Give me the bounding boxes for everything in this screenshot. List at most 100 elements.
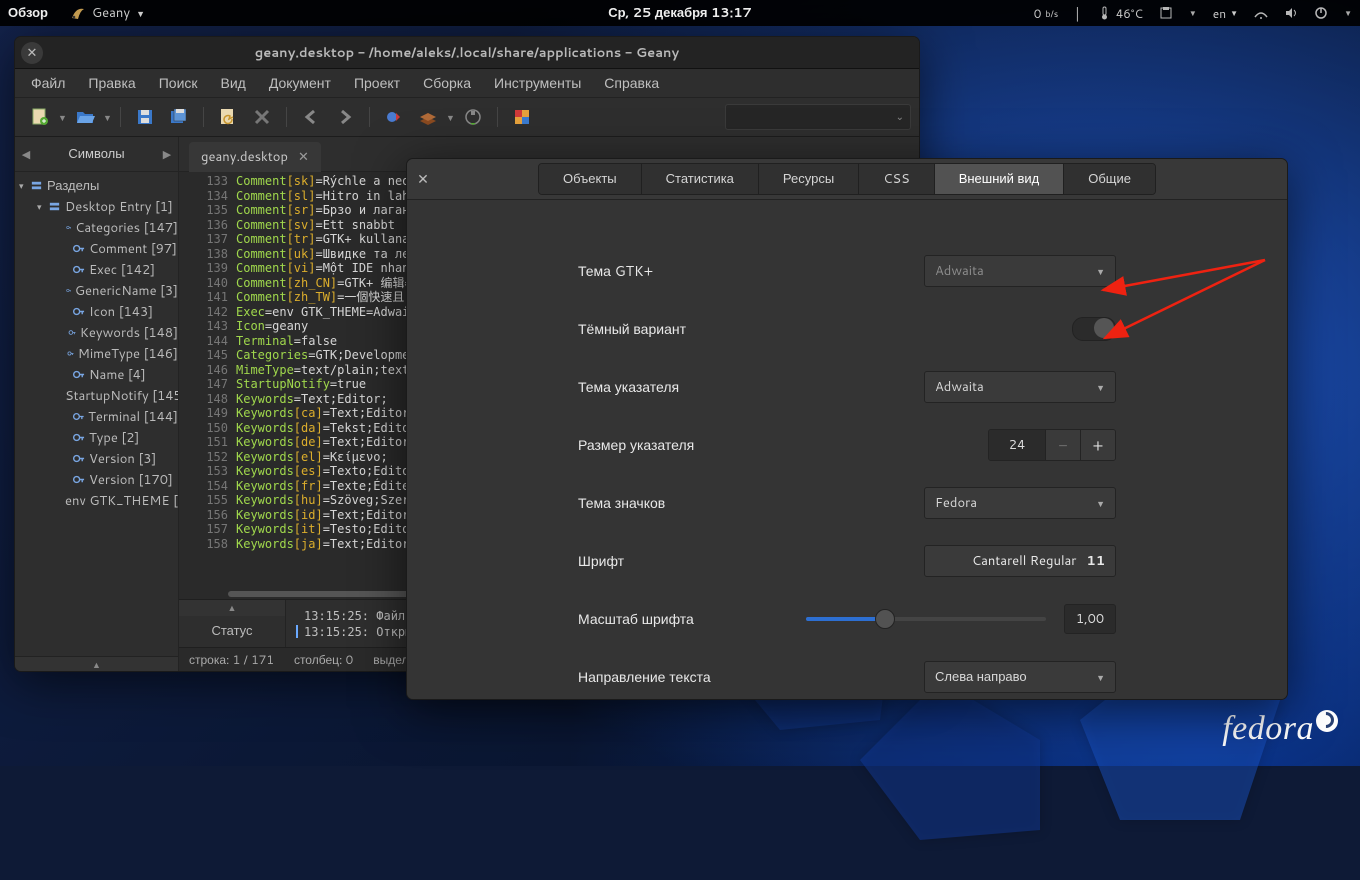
fedora-logo-icon — [1316, 710, 1338, 732]
save-all-button[interactable] — [167, 105, 191, 129]
inspector-close-button[interactable]: ✕ — [407, 169, 439, 189]
dark-variant-switch[interactable] — [1072, 317, 1116, 341]
menu-проект[interactable]: Проект — [352, 70, 402, 96]
symbol-node[interactable]: env GTK_THEME [142] — [15, 490, 178, 511]
cursor-size-spin[interactable]: 24 − + — [988, 429, 1116, 461]
build-button[interactable] — [416, 105, 440, 129]
symbol-node[interactable]: Version [170] — [15, 469, 178, 490]
chevron-down-icon: ▼ — [136, 7, 145, 20]
symbol-node[interactable]: Type [2] — [15, 427, 178, 448]
menu-сборка[interactable]: Сборка — [421, 70, 473, 96]
save-button[interactable] — [133, 105, 157, 129]
gtk-theme-combo[interactable]: Adwaita▼ — [924, 255, 1116, 287]
spin-minus-button[interactable]: − — [1045, 430, 1080, 460]
row-cursor-size: Размер указателя 24 − + — [578, 416, 1116, 474]
cursor-theme-combo[interactable]: Adwaita▼ — [924, 371, 1116, 403]
window-close-button[interactable]: ✕ — [21, 42, 43, 64]
activities-button[interactable]: Обзор — [8, 4, 48, 22]
inspector-tabs[interactable]: ОбъектыСтатистикаРесурсыCSSВнешний видОб… — [538, 163, 1156, 195]
symbol-node[interactable]: Comment [97] — [15, 238, 178, 259]
text-direction-combo[interactable]: Слева направо▼ — [924, 661, 1116, 693]
menu-справка[interactable]: Справка — [602, 70, 661, 96]
app-menu-label: Geany — [92, 4, 130, 22]
symbol-node[interactable]: Name [4] — [15, 364, 178, 385]
inspector-headerbar[interactable]: ✕ ОбъектыСтатистикаРесурсыCSSВнешний вид… — [407, 159, 1287, 200]
icon-theme-label: Тема значков — [578, 493, 924, 513]
chevron-down-icon: ⌄ — [896, 110, 904, 124]
network-icon[interactable] — [1254, 6, 1268, 20]
icon-theme-combo[interactable]: Fedora▼ — [924, 487, 1116, 519]
reload-button[interactable] — [216, 105, 240, 129]
spin-plus-button[interactable]: + — [1080, 430, 1115, 460]
sidebar-tab-symbols[interactable]: Символы — [37, 137, 156, 171]
sidebar-scroll-up[interactable]: ▲ — [15, 656, 178, 671]
volume-icon[interactable] — [1284, 6, 1298, 20]
toolbar-search-field[interactable]: ⌄ — [725, 104, 911, 130]
clipboard-indicator-icon[interactable] — [1159, 6, 1173, 20]
inspector-tab-3[interactable]: CSS — [859, 164, 935, 194]
file-tab-close-icon[interactable]: ✕ — [298, 148, 309, 166]
symbol-tree[interactable]: ▾Разделы▾Desktop Entry [1]Categories [14… — [15, 172, 178, 656]
inspector-tab-0[interactable]: Объекты — [539, 164, 642, 194]
close-icon: ✕ — [27, 44, 38, 62]
cursor-size-value[interactable]: 24 — [989, 430, 1045, 460]
row-icon-theme: Тема значков Fedora▼ — [578, 474, 1116, 532]
msg-tab-scroll-up[interactable]: ▲ — [179, 600, 285, 616]
inspector-tab-4[interactable]: Внешний вид — [935, 164, 1065, 194]
temperature-indicator[interactable]: 46°C — [1098, 5, 1143, 22]
keyboard-layout-indicator[interactable]: en ▼ — [1213, 5, 1238, 22]
font-chooser-button[interactable]: Cantarell Regular11 — [924, 545, 1116, 577]
cursor-theme-label: Тема указателя — [578, 377, 924, 397]
close-file-button[interactable] — [250, 105, 274, 129]
menu-правка[interactable]: Правка — [86, 70, 137, 96]
nav-forward-button[interactable] — [333, 105, 357, 129]
symbol-node[interactable]: StartupNotify [145] — [15, 385, 178, 406]
symbol-node[interactable]: Terminal [144] — [15, 406, 178, 427]
app-menu[interactable]: Geany ▼ — [70, 4, 145, 22]
gtk-theme-label: Тема GTK+ — [578, 261, 924, 281]
symbol-node[interactable]: ▾Desktop Entry [1] — [15, 196, 178, 217]
menu-вид[interactable]: Вид — [219, 70, 248, 96]
menu-файл[interactable]: Файл — [29, 70, 67, 96]
inspector-tab-2[interactable]: Ресурсы — [759, 164, 859, 194]
geany-menubar[interactable]: Файл Правка Поиск Вид Документ Проект Сборка Ин… — [15, 69, 919, 98]
power-icon[interactable] — [1314, 6, 1328, 20]
row-font: Шрифт Cantarell Regular11 — [578, 532, 1116, 590]
compile-button[interactable] — [382, 105, 406, 129]
symbol-node[interactable]: MimeType [146] — [15, 343, 178, 364]
color-chooser-button[interactable] — [510, 105, 534, 129]
symbol-node[interactable]: Keywords [148] — [15, 322, 178, 343]
row-dark-variant: Тёмный вариант — [578, 300, 1116, 358]
menu-документ[interactable]: Документ — [267, 70, 333, 96]
run-button[interactable] — [461, 105, 485, 129]
row-text-direction: Направление текста Слева направо▼ — [578, 648, 1116, 699]
new-file-dropdown-icon[interactable]: ▼ — [57, 111, 68, 124]
font-scale-slider[interactable] — [806, 617, 1046, 621]
row-font-scale: Масштаб шрифта 1,00 — [578, 590, 1116, 648]
text-direction-label: Направление текста — [578, 667, 924, 687]
row-gtk-theme: Тема GTK+ Adwaita▼ — [578, 242, 1116, 300]
menu-поиск[interactable]: Поиск — [157, 70, 200, 96]
symbol-node[interactable]: Exec [142] — [15, 259, 178, 280]
new-file-button[interactable] — [28, 105, 52, 129]
symbol-node[interactable]: Categories [147] — [15, 217, 178, 238]
file-tab-geany-desktop[interactable]: geany.desktop✕ — [189, 142, 321, 172]
symbol-node[interactable]: ▾Разделы — [15, 175, 178, 196]
symbol-node[interactable]: Version [3] — [15, 448, 178, 469]
menu-инструменты[interactable]: Инструменты — [492, 70, 583, 96]
inspector-tab-1[interactable]: Статистика — [642, 164, 759, 194]
open-file-dropdown-icon[interactable]: ▼ — [102, 111, 113, 124]
symbol-node[interactable]: GenericName [3] — [15, 280, 178, 301]
build-dropdown-icon[interactable]: ▼ — [445, 111, 456, 124]
symbol-node[interactable]: Icon [143] — [15, 301, 178, 322]
msg-tab-status[interactable]: Статус — [179, 616, 285, 647]
geany-titlebar[interactable]: ✕ geany.desktop - /home/aleks/.local/sha… — [15, 37, 919, 69]
nav-back-button[interactable] — [299, 105, 323, 129]
sidebar-tab-next[interactable]: ▶ — [156, 146, 178, 162]
inspector-tab-5[interactable]: Общие — [1064, 164, 1155, 194]
status-col: столбец: 0 — [294, 651, 353, 668]
chevron-down-icon: ▼ — [1096, 497, 1105, 510]
font-scale-value[interactable]: 1,00 — [1064, 604, 1116, 634]
open-file-button[interactable] — [73, 105, 97, 129]
sidebar-tab-prev[interactable]: ◀ — [15, 146, 37, 162]
